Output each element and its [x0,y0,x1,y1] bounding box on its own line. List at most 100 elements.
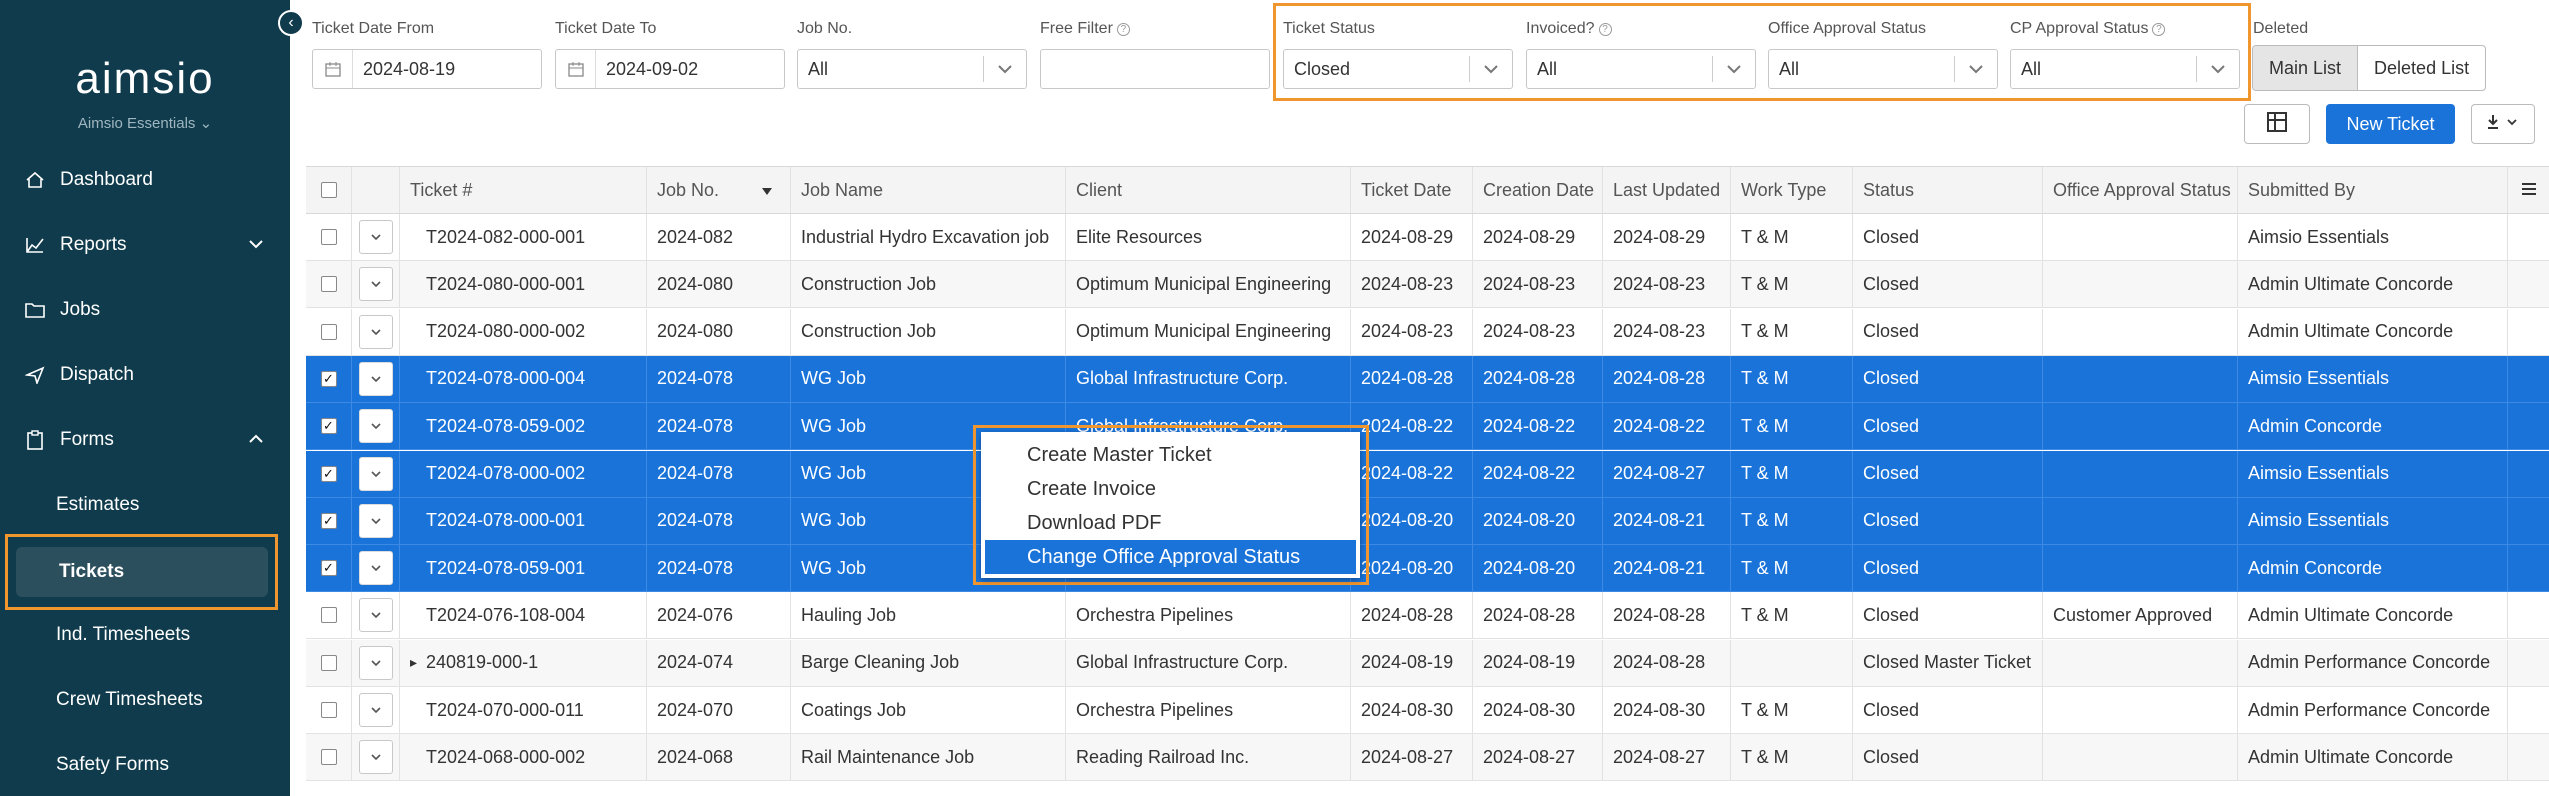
nav-jobs[interactable]: Jobs [0,285,290,335]
row-checkbox[interactable]: ✓ [320,512,337,529]
nav-crew-timesheets[interactable]: Crew Timesheets [0,675,290,725]
select-all-checkbox[interactable] [320,182,337,198]
nav-dashboard[interactable]: Dashboard [0,155,290,205]
row-expand-button[interactable] [358,693,393,727]
cell-submitted-by: Admin Ultimate Concorde [2238,261,2508,308]
row-select-cell [306,261,352,308]
col-work-type[interactable]: Work Type [1731,167,1853,213]
chevron-up-icon [248,429,264,451]
table-row[interactable]: ▸ 240819-000-1 2024-074 Barge Cleaning Job G… [306,639,2549,687]
row-expand-button[interactable] [358,220,393,254]
ticket-status-select[interactable]: Closed [1283,49,1513,89]
row-end-cell [2508,687,2549,733]
table-row[interactable]: ✓ T2024-078-000-004 2024-078 WG Job Global I… [306,355,2549,403]
col-submitted-by[interactable]: Submitted By [2238,167,2508,213]
cell-status: Closed [1853,734,2043,781]
cell-client: Elite Resources [1066,214,1351,260]
cell-submitted-by: Admin Ultimate Concorde [2238,734,2508,781]
nav-estimates[interactable]: Estimates [0,480,290,530]
menu-create-invoice[interactable]: Create Invoice [981,472,1360,506]
col-last-updated[interactable]: Last Updated [1603,167,1731,213]
cp-approval-select[interactable]: All [2010,49,2240,89]
nav-tickets[interactable]: Tickets [5,534,278,610]
row-checkbox[interactable]: ✓ [320,370,337,387]
chart-icon [24,234,46,256]
col-ticket[interactable]: Ticket # [400,167,647,213]
row-checkbox[interactable]: ✓ [320,560,337,577]
table-row[interactable]: T2024-076-108-004 2024-076 Hauling Job Orch… [306,592,2549,640]
row-checkbox[interactable] [320,702,337,718]
row-end-cell [2508,451,2549,497]
row-expand-button[interactable] [358,551,393,586]
cell-ticket-date-text: 2024-08-30 [1361,699,1454,720]
row-checkbox[interactable] [320,607,337,624]
column-settings-button[interactable] [2244,104,2310,144]
invoiced-select[interactable]: All [1526,49,1756,89]
row-expand-button[interactable] [358,314,393,349]
col-job-no[interactable]: Job No. [647,167,791,213]
menu-download-pdf[interactable]: Download PDF [981,506,1360,540]
expand-group-icon[interactable]: ▸ [410,654,417,671]
deleted-list-button[interactable]: Deleted List [2358,46,2485,90]
col-office-approval[interactable]: Office Approval Status [2043,167,2238,213]
cell-submitted-by-text: Admin Performance Concorde [2248,652,2491,673]
export-button[interactable] [2471,104,2535,144]
nav-forms[interactable]: Forms [0,415,290,465]
row-expand-cell [352,687,400,733]
row-end-cell [2508,309,2549,355]
help-icon[interactable]: ? [2152,23,2166,36]
nav-dispatch[interactable]: Dispatch [0,350,290,400]
office-approval-select[interactable]: All [1768,49,1998,89]
row-expand-button[interactable] [358,361,393,396]
help-icon[interactable]: ? [1598,23,1612,36]
cell-work-type-text: T & M [1741,699,1789,720]
row-expand-button[interactable] [358,598,393,633]
row-checkbox[interactable] [320,749,337,766]
row-expand-button[interactable] [358,740,393,775]
col-status[interactable]: Status [1853,167,2043,213]
columns-menu-button[interactable] [2508,167,2549,213]
menu-change-office-approval-status[interactable]: Change Office Approval Status [985,540,1356,574]
menu-create-master-ticket[interactable]: Create Master Ticket [981,438,1360,472]
nav-ind-timesheets[interactable]: Ind. Timesheets [0,610,290,660]
date-from-input[interactable]: 2024-08-19 [312,49,542,89]
row-checkbox[interactable] [320,654,337,671]
free-filter-input[interactable] [1040,49,1270,89]
date-from-value: 2024-08-19 [363,58,456,79]
table-row[interactable]: T2024-080-000-002 2024-080 Construction Jo… [306,308,2549,356]
row-checkbox[interactable]: ✓ [320,465,337,482]
row-checkbox[interactable]: ✓ [320,418,337,435]
nav-reports[interactable]: Reports [0,220,290,270]
row-checkbox[interactable] [320,323,337,340]
cell-client: Orchestra Pipelines [1066,687,1351,733]
table-row[interactable]: ✓T2024-078-000-0012024-078WG JobGlobal I… [306,497,2549,545]
table-row[interactable]: ✓ T2024-078-059-002 2024-078 WG Job Global I… [306,403,2549,451]
table-row[interactable]: T2024-068-000-002 2024-068 Rail Maintenanc… [306,734,2549,782]
new-ticket-button[interactable]: New Ticket [2326,104,2455,144]
col-ticket-date[interactable]: Ticket Date [1351,167,1473,213]
row-expand-button[interactable] [358,267,393,302]
row-expand-button[interactable] [358,456,393,491]
table-row[interactable]: T2024-082-000-001 2024-082 Industrial Hydr… [306,214,2549,261]
collapse-sidebar-button[interactable]: ‹ [278,10,304,36]
brand-switcher[interactable]: Aimsio Essentials ⌄ [0,114,290,132]
nav-safety-forms[interactable]: Safety Forms [0,740,290,790]
date-to-input[interactable]: 2024-09-02 [555,49,785,89]
cell-ticket-text: T2024-080-000-002 [426,321,586,342]
row-expand-button[interactable] [358,503,393,538]
row-checkbox[interactable] [320,276,337,293]
table-row[interactable]: T2024-070-000-011 2024-070 Coatings Job Orc… [306,687,2549,734]
col-creation-date[interactable]: Creation Date [1473,167,1603,213]
main-list-button[interactable]: Main List [2253,46,2359,90]
help-icon[interactable]: ? [1116,23,1130,36]
table-row[interactable]: T2024-080-000-001 2024-080 Construction Jo… [306,261,2549,309]
table-row[interactable]: ✓T2024-078-059-0012024-078WG JobGlobal I… [306,545,2549,593]
job-select[interactable]: All [797,49,1027,89]
row-expand-button[interactable] [358,409,393,444]
row-expand-button[interactable] [358,645,393,680]
col-client[interactable]: Client [1066,167,1351,213]
row-checkbox[interactable] [320,229,337,245]
cell-submitted-by: Aimsio Essentials [2238,450,2508,497]
table-row[interactable]: ✓T2024-078-000-0022024-078WG JobGlobal I… [306,450,2549,498]
col-job-name[interactable]: Job Name [791,167,1066,213]
